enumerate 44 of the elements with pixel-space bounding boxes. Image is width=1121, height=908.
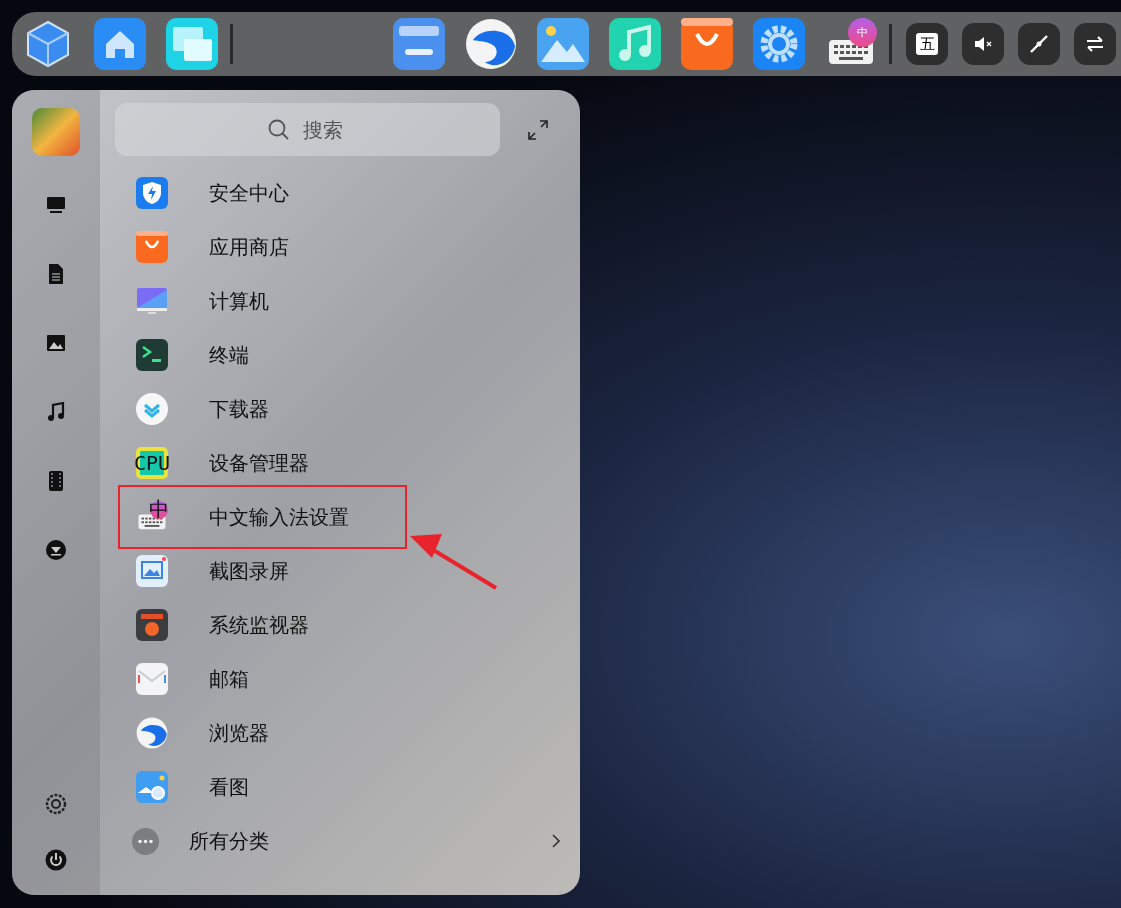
image-viewer-icon [136, 771, 168, 803]
browser-icon[interactable] [465, 18, 517, 70]
app-list-item[interactable]: 看图 [119, 760, 387, 814]
shopping-bag-icon[interactable] [681, 18, 733, 70]
search-field[interactable]: 搜索 [300, 116, 349, 143]
input-mode-button[interactable]: 五 [906, 23, 948, 65]
browser-icon[interactable] [136, 717, 168, 749]
windows-icon[interactable] [166, 18, 218, 70]
all-categories-item[interactable]: 所有分类 [115, 814, 562, 868]
mute-button[interactable] [962, 23, 1004, 65]
app-list-item[interactable]: 系统监视器 [119, 598, 387, 652]
monitor-icon [136, 285, 168, 317]
download-chevron-icon [136, 393, 168, 425]
app-list-item[interactable]: 下载器 [119, 382, 387, 436]
terminal-icon [136, 339, 168, 371]
app-list-item[interactable]: 应用商店 [119, 220, 387, 274]
app-list-item[interactable]: 终端 [119, 328, 387, 382]
music-note-icon[interactable] [45, 401, 67, 423]
more-icon [132, 827, 159, 855]
gauge-icon [136, 609, 168, 641]
screenshot-icon [136, 555, 168, 587]
app-list-item[interactable]: 安全中心 [119, 166, 387, 220]
app-list-item[interactable]: 邮箱 [119, 652, 387, 706]
folder-icon[interactable] [393, 18, 445, 70]
download-icon[interactable] [45, 539, 67, 561]
envelope-icon [136, 663, 168, 695]
shopping-bag-icon[interactable] [136, 231, 168, 263]
power-icon[interactable] [45, 849, 67, 871]
swap-button[interactable] [1074, 23, 1116, 65]
monitor-icon[interactable] [45, 194, 67, 216]
pen-icon [1028, 33, 1050, 55]
settings-icon[interactable] [753, 18, 805, 70]
expand-icon[interactable] [526, 117, 550, 142]
music-note-icon[interactable] [609, 18, 661, 70]
search-icon [266, 117, 291, 142]
image-icon[interactable] [45, 332, 67, 354]
app-list-item[interactable]: 浏览器 [119, 706, 387, 760]
chevron-icon[interactable] [550, 832, 562, 850]
photos-icon[interactable] [537, 18, 589, 70]
app-list-item[interactable]: 计算机 [119, 274, 387, 328]
pen-button[interactable] [1018, 23, 1060, 65]
home-icon[interactable] [94, 18, 146, 70]
shield-icon [136, 177, 168, 209]
settings-icon[interactable] [45, 793, 67, 815]
